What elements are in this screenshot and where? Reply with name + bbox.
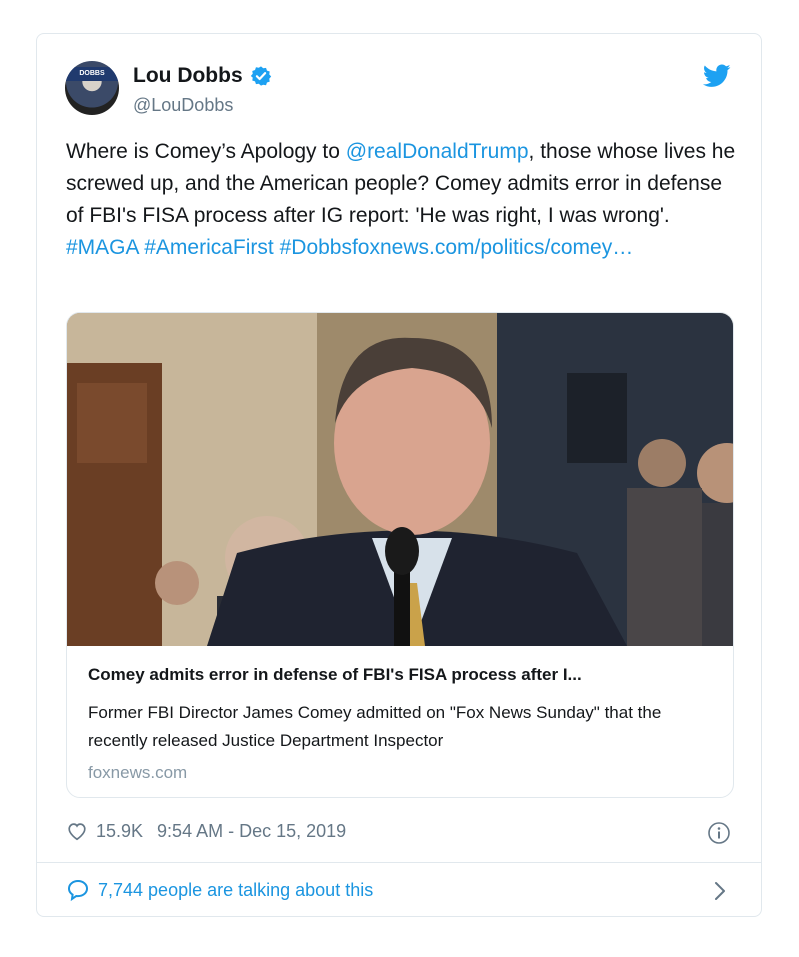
tweet-meta-row: 15.9K 9:54 AM - Dec 15, 2019 <box>66 820 346 842</box>
chevron-right-icon[interactable] <box>713 880 727 902</box>
avatar[interactable]: DOBBS <box>65 61 119 115</box>
mention-link[interactable]: @realDonaldTrump <box>346 140 529 163</box>
link-card-domain: foxnews.com <box>88 763 188 782</box>
hashtag-americafirst[interactable]: #AmericaFirst <box>144 236 274 259</box>
hashtag-maga[interactable]: #MAGA <box>66 236 138 259</box>
verified-badge-icon <box>250 66 271 86</box>
talking-count-text[interactable]: 7,744 people are talking about this <box>98 880 373 901</box>
twitter-bird-icon[interactable] <box>703 64 731 88</box>
link-card-text: Comey admits error in defense of FBI's F… <box>88 663 718 785</box>
article-photo <box>67 313 733 646</box>
author-handle[interactable]: @LouDobbs <box>133 95 233 116</box>
tweet-timestamp[interactable]: 9:54 AM - Dec 15, 2019 <box>157 821 346 842</box>
tweet-text-part: Where is Comey’s Apology to <box>66 140 346 163</box>
divider <box>37 862 761 863</box>
display-name[interactable]: Lou Dobbs <box>133 64 243 88</box>
heart-icon[interactable] <box>66 820 88 842</box>
info-icon[interactable] <box>707 821 731 845</box>
hashtag-dobbs-link[interactable]: #Dobbsfoxnews.com/politics/comey… <box>280 236 634 259</box>
link-preview-card[interactable]: Comey admits error in defense of FBI's F… <box>66 312 734 798</box>
author-name-row: Lou Dobbs <box>133 64 272 88</box>
avatar-banner: DOBBS <box>65 67 119 81</box>
tweet-card: DOBBS Lou Dobbs @LouDobbs Where is Comey… <box>36 33 762 917</box>
conversation-link[interactable]: 7,744 people are talking about this <box>66 878 373 902</box>
link-card-title: Comey admits error in defense of FBI's F… <box>88 665 582 684</box>
like-count[interactable]: 15.9K <box>96 821 143 842</box>
speech-bubble-icon <box>67 879 89 902</box>
link-card-description: Former FBI Director James Comey admitted… <box>88 703 662 750</box>
tweet-text: Where is Comey’s Apology to @realDonaldT… <box>66 136 738 264</box>
